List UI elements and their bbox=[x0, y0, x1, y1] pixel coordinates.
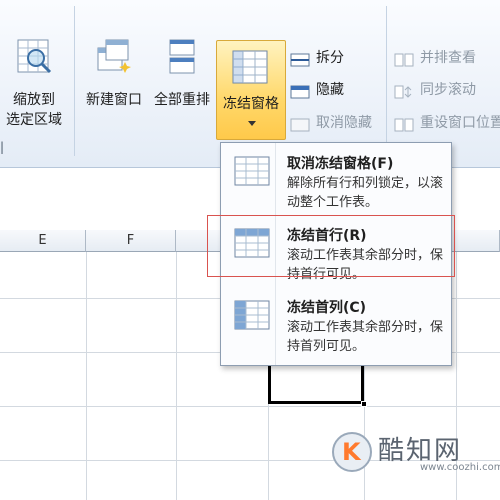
chevron-down-icon bbox=[248, 121, 256, 126]
arrange-all-icon bbox=[162, 38, 202, 80]
hide-label: 隐藏 bbox=[316, 82, 344, 98]
hide-button[interactable]: 隐藏 bbox=[288, 78, 344, 102]
zoom-selection-icon bbox=[14, 38, 54, 80]
watermark: K 酷知网 www.coozhi.com bbox=[332, 428, 500, 480]
reset-window-position-button[interactable]: 重设窗口位置 bbox=[392, 111, 500, 135]
sync-scroll-label: 同步滚动 bbox=[420, 82, 476, 98]
view-side-by-side-button[interactable]: 并排查看 bbox=[392, 46, 476, 70]
watermark-url: www.coozhi.com bbox=[420, 462, 500, 473]
freeze-first-column-icon bbox=[231, 299, 271, 333]
unfreeze-panes-title: 取消冻结窗格(F) bbox=[287, 156, 394, 172]
split-label: 拆分 bbox=[316, 50, 344, 66]
freeze-first-column-desc: 滚动工作表其余部分时，保持首列可见。 bbox=[287, 320, 444, 354]
arrange-all-label: 全部重排 bbox=[154, 92, 210, 108]
menu-item-unfreeze-panes[interactable]: 取消冻结窗格(F) 解除所有行和列锁定，以滚动整个工作表。 bbox=[225, 147, 447, 213]
coozhi-logo-icon: K bbox=[332, 432, 372, 472]
grid-line bbox=[86, 252, 87, 500]
split-button[interactable]: 拆分 bbox=[288, 46, 344, 70]
group-separator bbox=[74, 6, 75, 156]
reset-position-icon bbox=[394, 116, 414, 132]
zoom-label-line1: 缩放到 bbox=[13, 92, 55, 108]
new-window-icon bbox=[94, 38, 134, 80]
column-header-f[interactable]: F bbox=[86, 230, 176, 252]
freeze-panes-label: 冻结窗格 bbox=[223, 96, 279, 112]
freeze-first-column-title: 冻结首列(C) bbox=[287, 300, 367, 316]
hide-icon bbox=[290, 83, 310, 99]
synchronous-scrolling-button[interactable]: 同步滚动 bbox=[392, 78, 476, 102]
freeze-panes-icon bbox=[231, 49, 271, 91]
reset-position-label: 重设窗口位置 bbox=[420, 115, 500, 131]
unhide-icon bbox=[290, 116, 310, 132]
zoom-label-line2: 选定区域 bbox=[6, 112, 62, 128]
column-header-e[interactable]: E bbox=[0, 230, 86, 252]
menu-item-freeze-first-column[interactable]: 冻结首列(C) 滚动工作表其余部分时，保持首列可见。 bbox=[225, 291, 447, 357]
unfreeze-panes-desc: 解除所有行和列锁定，以滚动整个工作表。 bbox=[287, 176, 444, 210]
split-icon bbox=[290, 51, 310, 67]
side-by-side-icon bbox=[394, 51, 414, 67]
fill-handle[interactable] bbox=[361, 401, 367, 407]
new-window-label: 新建窗口 bbox=[86, 92, 142, 108]
side-by-side-label: 并排查看 bbox=[420, 50, 476, 66]
group-footer-mark: | bbox=[0, 140, 5, 154]
unfreeze-panes-icon bbox=[231, 155, 271, 189]
unhide-label: 取消隐藏 bbox=[316, 115, 372, 131]
annotation-highlight-box bbox=[207, 215, 455, 277]
unhide-button[interactable]: 取消隐藏 bbox=[288, 111, 372, 135]
grid-line bbox=[176, 252, 177, 500]
group-separator bbox=[386, 6, 387, 156]
sync-scroll-icon bbox=[394, 83, 414, 99]
grid-line bbox=[0, 406, 500, 407]
freeze-panes-button[interactable]: 冻结窗格 bbox=[216, 40, 286, 140]
